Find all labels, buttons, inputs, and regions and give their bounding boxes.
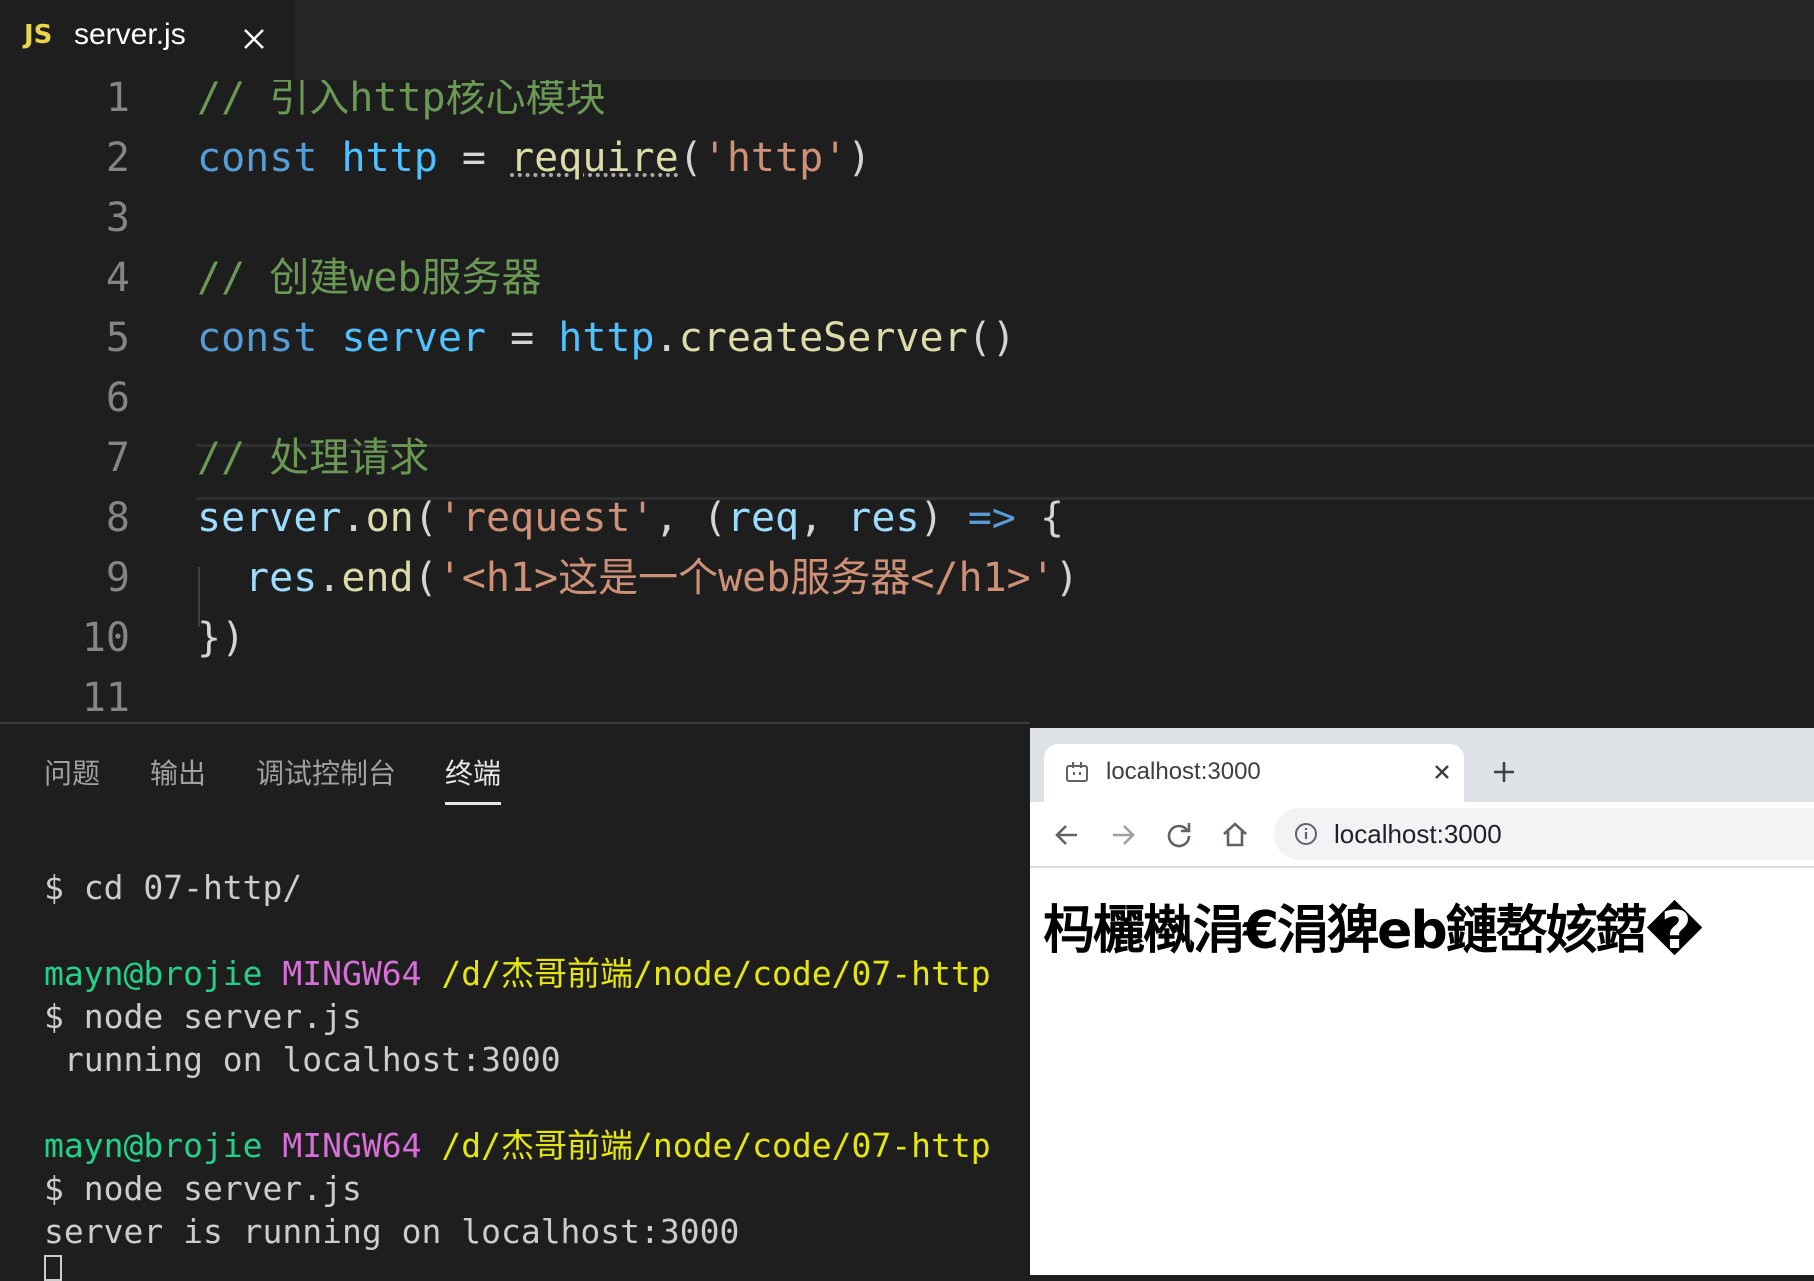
code-punct: . [317, 555, 342, 601]
code-string: 'http' [702, 135, 848, 181]
line-number: 6 [105, 375, 130, 421]
back-arrow-icon[interactable] [1050, 818, 1084, 852]
terminal-line: $ cd 07-http/ [44, 868, 303, 907]
browser-toolbar: localhost:3000 [1030, 802, 1814, 868]
prompt-path: /d/杰哥前端/node/code/07-http [441, 1126, 991, 1165]
code-punct: { [1015, 495, 1065, 541]
close-icon[interactable] [237, 22, 271, 56]
line-number: 8 [105, 495, 130, 541]
code-line-1: // 引入http核心模块 [197, 80, 606, 128]
code-operator: = [437, 135, 511, 181]
code-punct: }) [197, 615, 246, 661]
tab-problems[interactable]: 问题 [44, 752, 100, 792]
line-number: 2 [105, 135, 130, 181]
code-editor[interactable]: 1 2 3 4 5 6 7 8 9 10 11 // 引入http核心模块 co… [0, 80, 1814, 722]
code-line-4: // 创建web服务器 [197, 248, 542, 308]
code-punct: . [341, 495, 366, 541]
browser-tab-title: localhost:3000 [1106, 758, 1261, 785]
browser-window: localhost:3000 localhost:3000 杩欐槸涓€涓猈eb鏈… [1030, 728, 1814, 1275]
code-line-7: // 处理请求 [197, 428, 429, 488]
prompt-user: mayn@brojie [44, 1126, 263, 1165]
code-arrow: => [967, 495, 1016, 541]
editor-tab-bar: JS server.js [0, 0, 1814, 80]
browser-tab-strip: localhost:3000 [1030, 728, 1814, 802]
prompt-env: MINGW64 [282, 1126, 422, 1165]
code-line-10: }) [197, 608, 245, 668]
tab-filename: server.js [74, 18, 186, 51]
code-function: require [510, 135, 679, 181]
line-number: 3 [105, 195, 130, 241]
address-text[interactable]: localhost:3000 [1334, 819, 1502, 850]
code-punct: () [967, 315, 1016, 361]
code-punct: ( [413, 555, 438, 601]
browser-tab[interactable]: localhost:3000 [1044, 744, 1464, 802]
line-number: 7 [105, 435, 130, 481]
code-identifier: http [558, 315, 655, 361]
code-keyword: const [197, 135, 318, 181]
info-icon[interactable] [1294, 822, 1318, 846]
terminal-cursor[interactable] [44, 1255, 62, 1281]
code-comment: // 处理请求 [197, 435, 430, 481]
reload-icon[interactable] [1162, 818, 1196, 852]
line-number: 4 [105, 255, 130, 301]
code-punct: ) [847, 135, 872, 181]
code-punct: ) [919, 495, 968, 541]
code-punct: ( [413, 495, 438, 541]
tab-terminal[interactable]: 终端 [445, 752, 501, 792]
forward-arrow-icon[interactable] [1106, 818, 1140, 852]
close-icon[interactable] [1432, 762, 1452, 782]
code-comment: // 引入http核心模块 [197, 80, 606, 121]
line-number: 1 [105, 80, 130, 121]
code-param: req [726, 495, 800, 541]
line-number: 5 [105, 315, 130, 361]
code-identifier: server [341, 315, 487, 361]
code-param: res [847, 495, 920, 541]
code-punct: , ( [654, 495, 727, 541]
terminal-prompt: mayn@brojie MINGW64 /d/杰哥前端/node/code/07… [44, 1124, 991, 1167]
tab-server-js[interactable]: JS server.js [0, 0, 294, 80]
line-number: 11 [81, 675, 130, 721]
active-tab-indicator [445, 802, 501, 805]
tab-debug-console[interactable]: 调试控制台 [256, 752, 396, 792]
code-punct: , [799, 495, 848, 541]
javascript-file-icon: JS [24, 20, 53, 50]
code-identifier: server [197, 495, 342, 541]
code-function: createServer [678, 315, 968, 361]
code-punct: ) [1054, 555, 1079, 601]
prompt-path: /d/杰哥前端/node/code/07-http [441, 954, 991, 993]
code-string: '<h1>这是一个web服务器</h1>' [437, 555, 1055, 601]
home-icon[interactable] [1218, 818, 1252, 852]
code-identifier: http [341, 135, 438, 181]
code-keyword: const [197, 315, 318, 361]
code-punct: ( [678, 135, 703, 181]
prompt-user: mayn@brojie [44, 954, 263, 993]
tab-output[interactable]: 输出 [150, 752, 206, 792]
new-tab-icon[interactable] [1490, 758, 1518, 786]
line-number: 9 [105, 555, 130, 601]
code-line-5: const server = http.createServer() [197, 308, 1016, 368]
terminal-line: $ node server.js [44, 1169, 362, 1208]
code-identifier: res [245, 555, 318, 601]
bottom-panel: 问题 输出 调试控制台 终端 $ cd 07-http/ mayn@brojie… [0, 722, 1030, 1281]
page-heading: 杩欐槸涓€涓猈eb鏈嶅姟鍣� [1043, 901, 1704, 961]
address-bar[interactable]: localhost:3000 [1274, 808, 1814, 860]
line-number: 10 [81, 615, 130, 661]
page-favicon-icon [1066, 762, 1088, 782]
code-line-2: const http = require('http') [197, 128, 871, 188]
terminal-output: server is running on localhost:3000 [44, 1212, 740, 1251]
terminal-prompt: mayn@brojie MINGW64 /d/杰哥前端/node/code/07… [44, 952, 991, 995]
code-function: on [365, 495, 414, 541]
code-punct: . [654, 315, 679, 361]
code-line-8: server.on('request', (req, res) => { [197, 488, 1064, 548]
code-string: 'request' [437, 495, 655, 541]
prompt-env: MINGW64 [282, 954, 422, 993]
code-comment: // 创建web服务器 [197, 255, 542, 301]
terminal-line: $ node server.js [44, 997, 362, 1036]
terminal-output: running on localhost:3000 [44, 1040, 561, 1079]
code-line-9: res.end('<h1>这是一个web服务器</h1>') [245, 548, 1079, 608]
code-operator: = [486, 315, 559, 361]
code-function: end [341, 555, 414, 601]
